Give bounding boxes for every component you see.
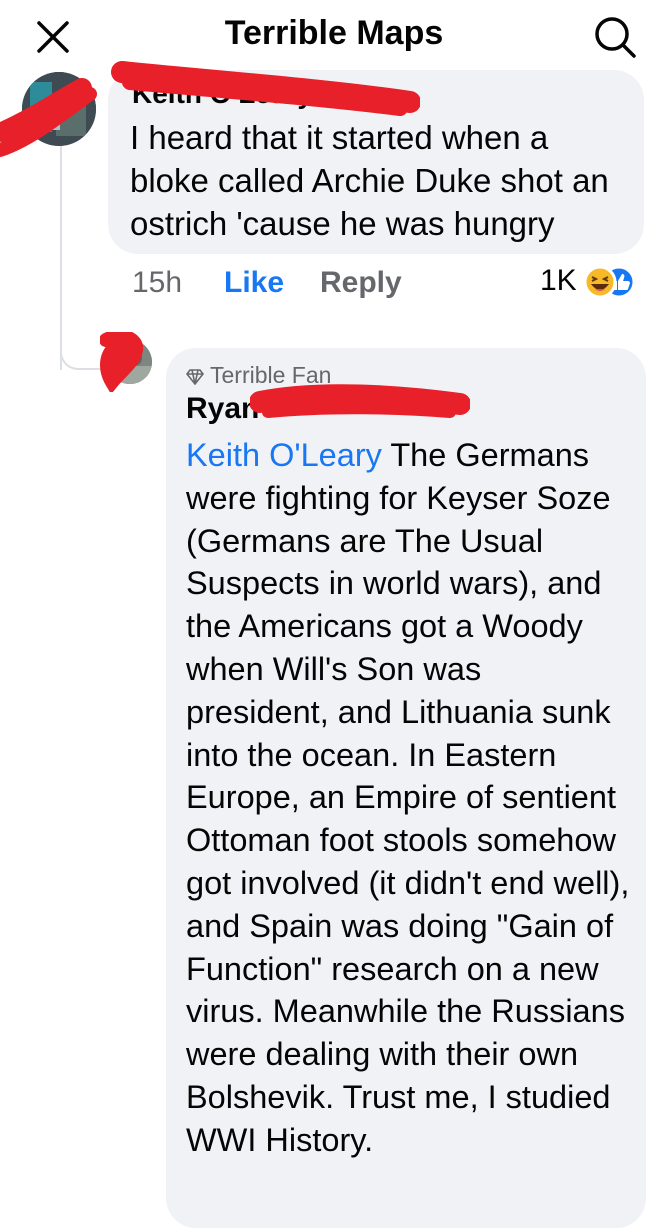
reply-text: Keith O'Leary The Germans were fighting … [186,434,632,1162]
thread-line [60,140,62,370]
reply-bubble: Terrible Fan Ryan Keith O'Leary The Germ… [166,348,646,1228]
redaction-scribble-2 [100,332,144,392]
reaction-count[interactable]: 1K [540,264,577,298]
reply-button[interactable]: Reply [320,266,402,300]
redaction-scribble-1 [0,61,420,157]
reaction-icons[interactable] [583,262,653,302]
page-title: Terrible Maps [224,14,444,52]
redaction-scribble-3 [250,384,470,418]
haha-reaction-icon [583,265,617,299]
comment-timestamp[interactable]: 15h [132,266,182,300]
reply-body: The Germans were fighting for Keyser Soz… [186,437,630,1158]
like-button[interactable]: Like [224,266,284,300]
mention-link[interactable]: Keith O'Leary [186,437,382,473]
comment-actions: 15h Like Reply 1K [132,262,652,302]
search-icon[interactable] [592,14,638,60]
reply-author[interactable]: Ryan [186,392,259,426]
diamond-icon [185,369,205,386]
